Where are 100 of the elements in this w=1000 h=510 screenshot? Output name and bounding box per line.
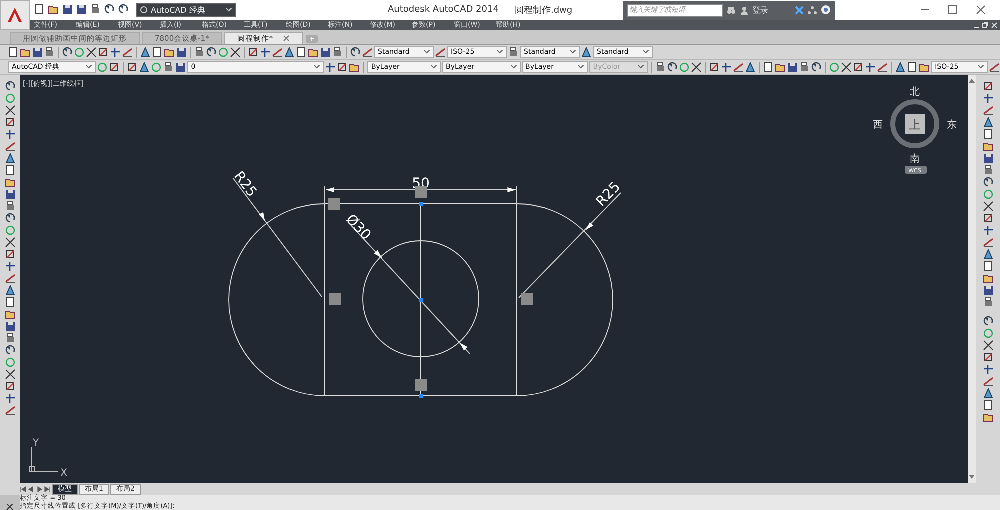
tool-icon[interactable]: [982, 297, 994, 308]
tool-icon[interactable]: [982, 201, 994, 212]
tool-icon[interactable]: [4, 249, 16, 260]
tool-icon[interactable]: [982, 400, 994, 411]
tool-icon[interactable]: [982, 177, 994, 188]
tool-icon[interactable]: [982, 273, 994, 284]
tool-icon[interactable]: [982, 412, 994, 423]
tool-icon[interactable]: [733, 62, 744, 72]
grip-handle[interactable]: [329, 293, 341, 305]
tool-icon[interactable]: [982, 141, 994, 152]
compass-label[interactable]: 西: [873, 120, 883, 131]
scrollbar[interactable]: [968, 75, 976, 483]
tool-icon[interactable]: [811, 62, 822, 72]
scroll-down-icon[interactable]: [969, 475, 975, 480]
tool-icon[interactable]: [109, 62, 120, 72]
tool-icon[interactable]: [296, 46, 307, 58]
tool-icon[interactable]: [4, 297, 16, 308]
tool-icon[interactable]: [163, 62, 174, 72]
tool-icon[interactable]: [122, 46, 133, 58]
binoculars-icon[interactable]: [726, 6, 736, 14]
tool-icon[interactable]: [4, 393, 16, 404]
tool-icon[interactable]: [4, 81, 16, 92]
tool-icon[interactable]: [4, 165, 16, 176]
tool-icon[interactable]: [709, 62, 720, 72]
autocad-logo-icon[interactable]: [6, 6, 24, 24]
restore-icon[interactable]: [982, 22, 989, 28]
tool-icon[interactable]: [982, 249, 994, 260]
tool-icon[interactable]: [982, 165, 994, 176]
tool-icon[interactable]: [982, 225, 994, 236]
grip-point[interactable]: [419, 298, 423, 302]
network-icon[interactable]: [808, 6, 817, 14]
tool-icon[interactable]: [4, 129, 16, 140]
tool-icon[interactable]: [4, 237, 16, 248]
tool-icon[interactable]: [982, 285, 994, 296]
tool-icon[interactable]: [337, 62, 348, 72]
tool-icon[interactable]: [982, 352, 994, 363]
grip-point[interactable]: [419, 202, 423, 206]
tool-icon[interactable]: [4, 189, 16, 200]
printer-icon[interactable]: [90, 4, 102, 16]
compass-label[interactable]: 北: [910, 87, 920, 98]
tool-icon[interactable]: [4, 117, 16, 128]
open-folder-icon[interactable]: [48, 4, 60, 16]
tool-icon[interactable]: [4, 309, 16, 320]
tool-icon[interactable]: [4, 333, 16, 344]
tool-icon[interactable]: [4, 201, 16, 212]
caret-icon[interactable]: [510, 65, 517, 69]
tool-icon[interactable]: [721, 62, 732, 72]
compass-label[interactable]: 南: [910, 154, 920, 165]
tool-icon[interactable]: [787, 62, 798, 72]
tool-icon[interactable]: [982, 364, 994, 375]
tool-icon[interactable]: [763, 62, 774, 72]
workspace-dropdown[interactable]: AutoCAD 经典: [136, 3, 236, 17]
close-icon[interactable]: [283, 35, 290, 42]
tool-icon[interactable]: [877, 62, 888, 72]
tool-icon[interactable]: [982, 117, 994, 128]
tool-icon[interactable]: [841, 62, 852, 72]
tool-icon[interactable]: [982, 316, 994, 327]
close-icon[interactable]: [976, 5, 986, 15]
viewcube-face-label[interactable]: 上: [909, 118, 921, 132]
tool-icon[interactable]: [260, 46, 271, 58]
tool-icon[interactable]: [110, 46, 121, 58]
tool-icon[interactable]: [4, 381, 16, 392]
tool-icon[interactable]: [655, 62, 666, 72]
tool-icon[interactable]: [982, 237, 994, 248]
caret-icon[interactable]: [424, 50, 430, 54]
tool-icon[interactable]: [206, 46, 217, 58]
tool-icon[interactable]: [332, 46, 343, 58]
tool-icon[interactable]: [4, 369, 16, 380]
tab-nav-icon[interactable]: [44, 486, 51, 492]
tool-icon[interactable]: [4, 141, 16, 152]
tool-icon[interactable]: [4, 153, 16, 164]
caret-icon[interactable]: [497, 50, 503, 54]
sign-in-link[interactable]: 登录: [752, 4, 769, 16]
circle-shape[interactable]: [362, 240, 480, 358]
tool-icon[interactable]: [4, 105, 16, 116]
tool-icon[interactable]: [98, 46, 109, 58]
compass-label[interactable]: 东: [947, 120, 957, 131]
caret-icon[interactable]: [431, 65, 438, 69]
tool-icon[interactable]: [982, 81, 994, 92]
caret-icon[interactable]: [643, 50, 649, 54]
tool-icon[interactable]: [982, 105, 994, 116]
tool-icon[interactable]: [194, 46, 205, 58]
caret-icon[interactable]: [578, 65, 584, 69]
tool-icon[interactable]: [4, 285, 16, 296]
tool-icon[interactable]: [691, 62, 702, 72]
tool-icon[interactable]: [982, 93, 994, 104]
compass-ring[interactable]: [890, 100, 940, 148]
tool-icon[interactable]: [272, 46, 283, 58]
tool-icon[interactable]: [248, 46, 259, 58]
tool-icon[interactable]: [667, 62, 678, 72]
tool-icon[interactable]: [86, 46, 97, 58]
tool-icon[interactable]: [230, 46, 241, 58]
save-icon[interactable]: [62, 4, 74, 16]
grip-handle[interactable]: [328, 198, 340, 210]
grip-handle[interactable]: [521, 293, 533, 305]
tool-icon[interactable]: [982, 261, 994, 272]
tab-nav-icon[interactable]: [20, 486, 27, 492]
tool-icon[interactable]: [44, 46, 55, 58]
tool-icon[interactable]: [799, 62, 810, 72]
tool-icon[interactable]: [982, 153, 994, 164]
